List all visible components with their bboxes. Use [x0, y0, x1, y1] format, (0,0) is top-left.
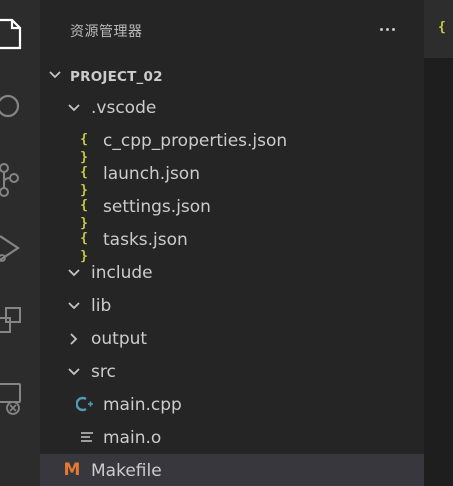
remote-explorer-icon[interactable] [0, 378, 40, 426]
chevron-down-icon [48, 68, 62, 82]
makefile-icon: M [63, 460, 81, 480]
json-file-icon: { } [80, 231, 88, 264]
cpp-file-icon [75, 395, 94, 413]
source-control-icon[interactable] [0, 160, 40, 208]
project-root-label: PROJECT_02 [70, 69, 163, 85]
sidebar-title: 资源管理器 [70, 24, 143, 40]
json-file-icon: { } [80, 198, 88, 231]
editor-area: { [424, 0, 453, 486]
file-label: main.cpp [103, 395, 182, 415]
editor-tab[interactable]: { [424, 0, 453, 58]
tree-row-folder-output[interactable]: output [40, 322, 424, 355]
explorer-icon[interactable] [0, 14, 40, 62]
chevron-down-icon [67, 365, 81, 379]
tree-row-file-makefile[interactable]: M Makefile [40, 454, 424, 486]
tree-row-file-settings[interactable]: { } settings.json [40, 190, 424, 231]
tree-row-folder-include[interactable]: include [40, 256, 424, 289]
file-label: c_cpp_properties.json [103, 131, 288, 151]
tree-row-file-c-cpp-properties[interactable]: { } c_cpp_properties.json [40, 124, 424, 165]
folder-label: .vscode [91, 98, 157, 118]
tree-row-folder-src[interactable]: src [40, 355, 424, 388]
sidebar-header: 资源管理器 [40, 0, 424, 58]
vscode-window: 资源管理器 PROJECT_02 .vscode { } c_cpp_prope… [0, 0, 453, 486]
search-icon[interactable] [0, 86, 40, 134]
chevron-down-icon [67, 299, 81, 313]
more-dot-icon [386, 28, 389, 31]
explorer-sidebar: 资源管理器 PROJECT_02 .vscode { } c_cpp_prope… [40, 0, 424, 486]
file-label: launch.json [103, 164, 200, 184]
folder-label: include [91, 263, 153, 283]
file-label: settings.json [103, 197, 211, 217]
more-dot-icon [392, 28, 395, 31]
json-file-icon: { } [80, 132, 88, 165]
tree-row-file-launch[interactable]: { } launch.json [40, 157, 424, 198]
tab-strip-divider [424, 58, 453, 62]
file-label: main.o [103, 428, 162, 448]
file-label: Makefile [91, 461, 162, 481]
tree-row-file-main-cpp[interactable]: main.cpp [40, 388, 424, 421]
tree-row-project-root[interactable]: PROJECT_02 [40, 58, 424, 91]
tree-row-folder-lib[interactable]: lib [40, 289, 424, 322]
chevron-down-icon [67, 266, 81, 280]
json-file-icon: { } [80, 165, 88, 198]
tree-row-folder-vscode[interactable]: .vscode [40, 91, 424, 124]
folder-label: output [91, 329, 148, 349]
folder-label: lib [91, 296, 112, 316]
tree-row-file-main-o[interactable]: main.o [40, 421, 424, 454]
run-debug-icon[interactable] [0, 228, 40, 276]
folder-label: src [91, 362, 116, 382]
more-actions-button[interactable] [373, 18, 403, 40]
chevron-right-icon [67, 332, 81, 346]
extensions-icon[interactable] [0, 300, 40, 348]
json-file-icon: { [438, 20, 446, 35]
activity-bar [0, 0, 40, 486]
chevron-down-icon [67, 101, 81, 115]
more-dot-icon [380, 28, 383, 31]
file-label: tasks.json [103, 230, 188, 250]
plain-file-icon [78, 428, 96, 446]
tree-row-file-tasks[interactable]: { } tasks.json [40, 223, 424, 264]
